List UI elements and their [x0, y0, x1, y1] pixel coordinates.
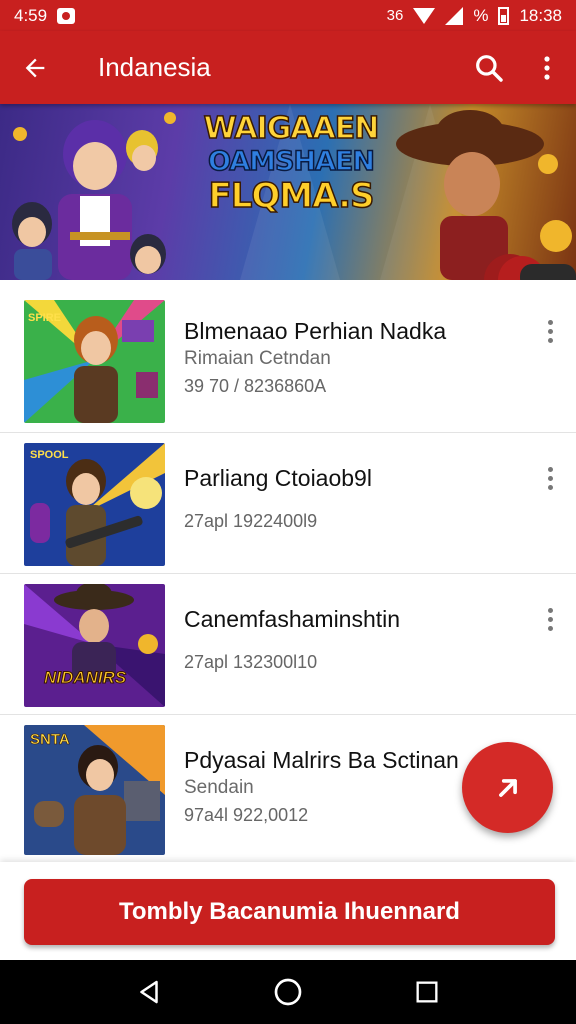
- list-item[interactable]: SPOOL Parliang Ctoiaob9l 27apl 1922400l9: [0, 433, 576, 574]
- circle-home-icon: [274, 978, 302, 1006]
- more-vert-icon: [547, 608, 553, 631]
- item-title: Parliang Ctoiaob9l: [184, 465, 372, 491]
- item-subtitle: Rimaian Cetndan: [184, 348, 331, 369]
- primary-action-button[interactable]: Tombly Bacanumia Ihuennard: [24, 879, 555, 945]
- item-thumbnail-label: SPIRE: [28, 312, 62, 324]
- promo-banner[interactable]: WAIGAAEN OAMSHAEN FLQMA.S: [0, 104, 576, 280]
- arrow-left-icon: [25, 58, 45, 77]
- status-bar: 4:59 36 % 18:38: [0, 0, 576, 31]
- more-vert-icon: [547, 320, 553, 343]
- app-bar: Indanesia: [0, 31, 576, 104]
- nav-recents-button[interactable]: [407, 972, 447, 1012]
- item-meta: 27apl 132300l10: [184, 652, 318, 672]
- back-button[interactable]: [0, 31, 70, 104]
- item-title: Canemfashaminshtin: [184, 606, 401, 632]
- item-meta: 97a4l 922,0012: [184, 805, 309, 825]
- search-button[interactable]: [460, 31, 518, 104]
- battery-percent: %: [473, 5, 489, 25]
- more-vert-icon: [547, 467, 553, 490]
- status-time-right: 18:38: [519, 5, 562, 25]
- share-fab[interactable]: [462, 742, 553, 833]
- arrow-up-right-icon: [498, 778, 517, 797]
- item-overflow-button[interactable]: [538, 467, 562, 491]
- bottom-action-area: Tombly Bacanumia Ihuennard: [0, 862, 576, 960]
- list-item[interactable]: SPIRE Blmenaao Perhian Nadka Rimaian Cet…: [0, 280, 576, 433]
- nav-home-button[interactable]: [268, 972, 308, 1012]
- item-overflow-button[interactable]: [538, 608, 562, 632]
- banner-line1: WAIGAAEN: [203, 111, 380, 146]
- item-meta: 39 70 / 8236860A: [184, 376, 327, 396]
- banner-title: WAIGAAEN OAMSHAEN FLQMA.S: [186, 111, 396, 216]
- notification-icon: [57, 7, 76, 24]
- status-time-left: 4:59: [14, 5, 48, 25]
- banner-line2: OAMSHAEN: [207, 146, 375, 177]
- item-title: Pdyasai Malrirs Ba Sctinan: [184, 747, 459, 773]
- wifi-icon: [413, 7, 436, 24]
- overflow-menu-button[interactable]: [518, 31, 576, 104]
- item-thumbnail: SPOOL: [24, 443, 165, 566]
- item-thumbnail-label: SNTA: [30, 731, 70, 749]
- square-recent-icon: [416, 981, 438, 1003]
- item-thumbnail: SPIRE: [24, 300, 165, 423]
- item-thumbnail: NIDANIRS: [24, 584, 165, 707]
- item-subtitle: Sendain: [184, 777, 254, 798]
- more-vert-icon: [544, 55, 550, 80]
- banner-line3: FLQMA.S: [208, 176, 375, 216]
- item-thumbnail-label: NIDANIRS: [43, 668, 127, 688]
- item-meta: 27apl 1922400l9: [184, 511, 318, 531]
- battery-icon: [498, 6, 510, 25]
- system-navigation-bar: [0, 960, 576, 1024]
- item-thumbnail-label: SPOOL: [30, 449, 69, 461]
- search-icon: [476, 54, 503, 82]
- list-item[interactable]: NIDANIRS Canemfashaminshtin 27apl 132300…: [0, 574, 576, 715]
- signal-icon: [445, 6, 464, 25]
- item-title: Blmenaao Perhian Nadka: [184, 318, 447, 344]
- page-title: Indanesia: [98, 52, 211, 82]
- network-label: 36: [386, 7, 404, 24]
- nav-back-button[interactable]: [129, 972, 169, 1012]
- item-overflow-button[interactable]: [538, 320, 562, 344]
- triangle-back-icon: [140, 980, 159, 1004]
- item-thumbnail: SNTA: [24, 725, 165, 855]
